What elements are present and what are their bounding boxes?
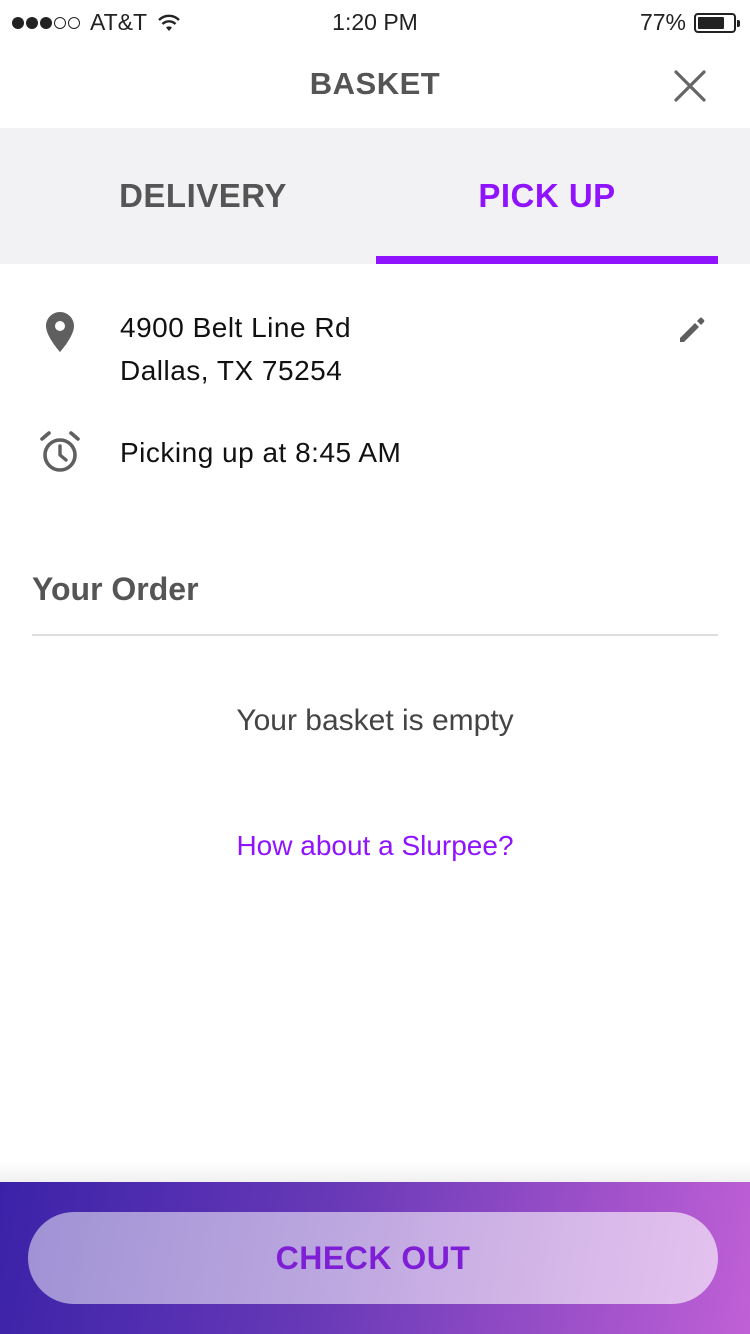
- checkout-footer: CHECK OUT: [0, 1182, 750, 1334]
- checkout-button[interactable]: CHECK OUT: [28, 1212, 718, 1304]
- pickup-address-row: 4900 Belt Line Rd Dallas, TX 75254: [0, 306, 750, 396]
- footer-shadow: [0, 1162, 750, 1182]
- status-right: 77%: [639, 9, 740, 36]
- pencil-icon: [680, 317, 705, 342]
- page-title: BASKET: [309, 66, 441, 101]
- section-divider: [32, 634, 718, 636]
- empty-basket-message: Your basket is empty: [236, 704, 514, 737]
- status-time: 1:20 PM: [332, 9, 418, 35]
- battery-level: [698, 16, 725, 29]
- tab-delivery[interactable]: DELIVERY: [32, 128, 374, 264]
- location-pin-icon: [46, 312, 74, 352]
- edit-address-button[interactable]: [676, 314, 708, 346]
- alarm-clock-icon: [40, 431, 80, 472]
- slurpee-suggestion-link[interactable]: How about a Slurpee?: [0, 830, 750, 862]
- close-button[interactable]: [670, 66, 710, 106]
- address-line-1: 4900 Belt Line Rd: [120, 312, 352, 343]
- fulfillment-tabs: DELIVERY PICK UP: [0, 128, 750, 264]
- tab-pick-up[interactable]: PICK UP: [376, 128, 718, 264]
- your-order-heading: Your Order: [32, 571, 199, 607]
- pickup-time: Picking up at 8:45 AM: [120, 437, 402, 468]
- status-bar: AT&T 1:20 PM 77%: [0, 0, 750, 44]
- header: BASKET: [0, 44, 750, 128]
- pickup-address: 4900 Belt Line Rd Dallas, TX 75254: [120, 306, 351, 392]
- close-icon: [674, 70, 706, 102]
- battery-percent: 77%: [639, 9, 686, 35]
- battery-icon: [694, 12, 740, 33]
- pickup-time-row: Picking up at 8:45 AM: [0, 428, 750, 478]
- address-line-2: Dallas, TX 75254: [120, 355, 343, 386]
- tab-selected-indicator: [376, 256, 718, 264]
